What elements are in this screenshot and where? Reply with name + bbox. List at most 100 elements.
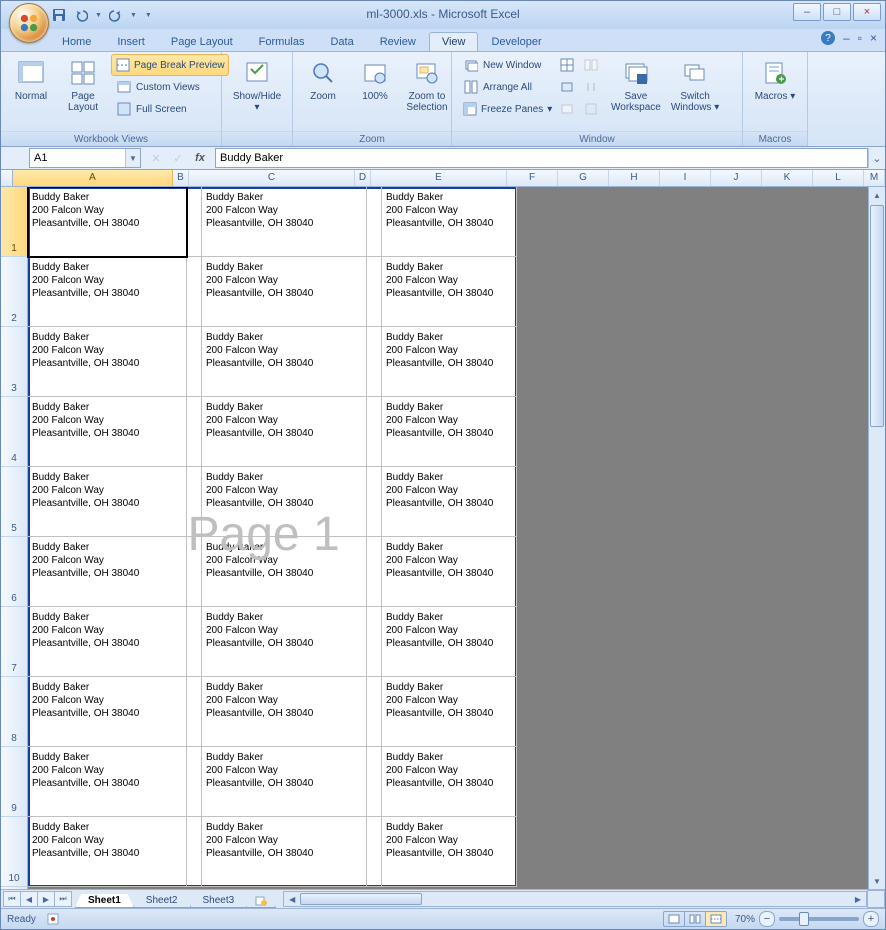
help-icon[interactable]: ? [821,31,835,45]
zoom-level[interactable]: 70% [735,914,755,925]
label-cell[interactable]: Buddy Baker200 Falcon WayPleasantville, … [382,187,517,257]
zoom-in-button[interactable]: + [863,911,879,927]
fx-icon[interactable]: fx [191,149,209,167]
cells-area[interactable]: Page 1 Buddy Baker200 Falcon WayPleasant… [28,187,868,889]
namebox-dropdown-icon[interactable]: ▼ [125,149,140,167]
hide-button[interactable] [556,76,578,98]
label-cell[interactable]: Buddy Baker200 Falcon WayPleasantville, … [382,537,517,607]
row-header-2[interactable]: 2 [1,257,27,327]
label-cell[interactable]: Buddy Baker200 Falcon WayPleasantville, … [382,677,517,747]
gap-cell[interactable] [367,747,382,817]
tab-page-layout[interactable]: Page Layout [158,32,246,51]
full-screen-button[interactable]: Full Screen [111,98,229,120]
label-cell[interactable]: Buddy Baker200 Falcon WayPleasantville, … [202,467,367,537]
gap-cell[interactable] [367,257,382,327]
page-break-shortcut[interactable] [706,912,726,926]
col-header-M[interactable]: M [864,170,885,186]
label-cell[interactable]: Buddy Baker200 Falcon WayPleasantville, … [28,257,187,327]
qat-customize-icon[interactable]: ▼ [145,12,152,19]
vscroll-thumb[interactable] [870,205,884,427]
gap-cell[interactable] [187,817,202,887]
select-all-corner[interactable] [1,170,13,186]
row-header-6[interactable]: 6 [1,537,27,607]
label-cell[interactable]: Buddy Baker200 Falcon WayPleasantville, … [382,817,517,887]
row-header-1[interactable]: 1 [1,187,27,257]
close-button[interactable]: × [853,3,881,21]
tab-data[interactable]: Data [317,32,366,51]
col-header-B[interactable]: B [173,170,189,186]
col-header-F[interactable]: F [507,170,558,186]
hscroll-thumb[interactable] [300,893,422,905]
sheet-nav-prev[interactable]: ◀ [20,891,38,907]
freeze-panes-button[interactable]: Freeze Panes ▾ [458,98,554,120]
gap-cell[interactable] [367,817,382,887]
label-cell[interactable]: Buddy Baker200 Falcon WayPleasantville, … [202,397,367,467]
col-header-I[interactable]: I [660,170,711,186]
new-window-button[interactable]: New Window [458,54,554,76]
tab-review[interactable]: Review [367,32,429,51]
label-cell[interactable]: Buddy Baker200 Falcon WayPleasantville, … [202,607,367,677]
label-cell[interactable]: Buddy Baker200 Falcon WayPleasantville, … [382,257,517,327]
row-header-7[interactable]: 7 [1,607,27,677]
label-cell[interactable]: Buddy Baker200 Falcon WayPleasantville, … [202,817,367,887]
tab-home[interactable]: Home [49,32,104,51]
maximize-button[interactable]: □ [823,3,851,21]
label-cell[interactable]: Buddy Baker200 Falcon WayPleasantville, … [28,327,187,397]
label-cell[interactable]: Buddy Baker200 Falcon WayPleasantville, … [28,677,187,747]
save-icon[interactable] [51,7,67,23]
gap-cell[interactable] [367,187,382,257]
zoom-selection-button[interactable]: Zoom to Selection [401,54,453,116]
gap-cell[interactable] [187,747,202,817]
row-header-11[interactable]: 11 [1,887,27,889]
label-cell[interactable]: Buddy Baker200 Falcon WayPleasantville, … [382,397,517,467]
minimize-button[interactable]: – [793,3,821,21]
gap-cell[interactable] [367,397,382,467]
save-workspace-button[interactable]: Save Workspace [606,54,666,116]
zoom-button[interactable]: Zoom [297,54,349,105]
page-break-preview-button[interactable]: Page Break Preview [111,54,229,76]
scroll-up-icon[interactable]: ▲ [869,187,885,203]
row-header-10[interactable]: 10 [1,817,27,887]
redo-icon[interactable] [108,7,124,23]
custom-views-button[interactable]: Custom Views [111,76,229,98]
gap-cell[interactable] [187,397,202,467]
label-cell[interactable]: Buddy Baker200 Falcon WayPleasantville, … [202,257,367,327]
insert-sheet-tab[interactable] [246,895,276,908]
formula-bar-expand-icon[interactable]: ⌄ [868,148,885,168]
macros-button[interactable]: Macros ▾ [749,54,801,105]
label-cell[interactable]: Buddy Baker200 Falcon WayPleasantville, … [202,537,367,607]
label-cell[interactable]: Buddy Baker200 Falcon WayPleasantville, … [28,607,187,677]
zoom-thumb[interactable] [799,912,809,926]
scroll-down-icon[interactable]: ▼ [869,873,885,889]
doc-restore-icon[interactable]: ▫ [858,31,862,45]
col-header-H[interactable]: H [609,170,660,186]
tab-insert[interactable]: Insert [104,32,158,51]
gap-cell[interactable] [187,537,202,607]
tab-developer[interactable]: Developer [478,32,554,51]
doc-close-icon[interactable]: × [870,31,877,45]
sheet-tab-sheet3[interactable]: Sheet3 [190,894,248,908]
gap-cell[interactable] [367,607,382,677]
gap-cell[interactable] [367,537,382,607]
gap-cell[interactable] [367,677,382,747]
gap-cell[interactable] [367,327,382,397]
show-hide-button[interactable]: Show/Hide ▾ [226,54,288,116]
redo-dropdown-icon[interactable]: ▼ [130,12,137,19]
col-header-L[interactable]: L [813,170,864,186]
row-header-3[interactable]: 3 [1,327,27,397]
zoom-slider[interactable] [779,917,859,921]
vertical-scrollbar[interactable]: ▲ ▼ [868,187,885,889]
normal-view-button[interactable]: Normal [5,54,57,105]
gap-cell[interactable] [187,327,202,397]
normal-shortcut[interactable] [664,912,685,926]
gap-cell[interactable] [187,257,202,327]
reset-pos-button[interactable] [580,98,602,120]
tab-formulas[interactable]: Formulas [246,32,318,51]
gap-cell[interactable] [187,187,202,257]
gap-cell[interactable] [187,607,202,677]
sheet-nav-first[interactable]: ⏮ [3,891,21,907]
side-by-side-button[interactable] [580,54,602,76]
undo-dropdown-icon[interactable]: ▼ [95,12,102,19]
label-cell[interactable]: Buddy Baker200 Falcon WayPleasantville, … [382,467,517,537]
enter-formula-icon[interactable]: ✓ [169,149,187,167]
